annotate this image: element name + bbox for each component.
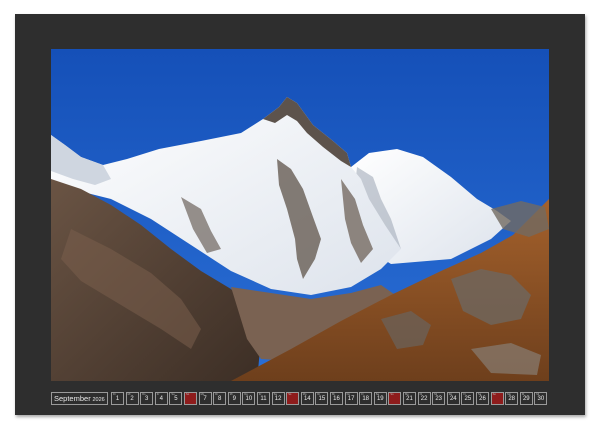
day-number: 1 (115, 396, 120, 402)
day-cell: Sa 19 (373, 392, 387, 405)
day-number: 24 (449, 396, 457, 402)
day-cell: Mo 7 (198, 392, 212, 405)
day-cells: Di 1 Mi 2 Do 3 Fr 4 Sa 5 So 6 Mo 7 Di 8 Mi 9 Do 10 Fr 11 Sa 12 S… (111, 392, 549, 405)
weekday-label: Fr (156, 393, 160, 396)
day-number: 10 (245, 396, 253, 402)
day-cell: Mo 28 (505, 392, 519, 405)
day-cell: So 13 (286, 392, 300, 405)
day-number: 15 (318, 396, 326, 402)
month-label-box: September 2026 (51, 392, 108, 405)
day-number: 27 (493, 396, 501, 402)
day-number: 14 (303, 396, 311, 402)
day-number: 22 (420, 396, 428, 402)
day-cell: Do 17 (344, 392, 358, 405)
day-cell: Mo 21 (403, 392, 416, 405)
day-number: 6 (188, 396, 193, 402)
day-cell: Mi 9 (227, 392, 241, 405)
year-label: 2026 (92, 397, 105, 403)
day-number: 29 (522, 396, 530, 402)
day-number: 12 (274, 396, 282, 402)
day-cell: Sa 26 (476, 392, 489, 405)
day-number: 2 (130, 396, 134, 402)
day-cell: Di 1 (111, 392, 124, 405)
day-number: 21 (406, 396, 413, 402)
day-cell: Di 22 (417, 392, 431, 405)
day-cell: So 6 (184, 392, 197, 405)
day-number: 13 (289, 396, 297, 402)
day-number: 11 (260, 396, 267, 402)
day-cell: Fr 11 (257, 392, 270, 405)
day-cell: So 27 (490, 392, 504, 405)
day-cell: Di 8 (213, 392, 227, 405)
day-cell: Mo 14 (300, 392, 314, 405)
day-number: 26 (479, 396, 486, 402)
day-number: 17 (347, 396, 355, 402)
day-number: 19 (376, 396, 384, 402)
day-cell: Mi 16 (330, 392, 343, 405)
day-cell: Sa 12 (271, 392, 285, 405)
day-cell: So 20 (388, 392, 402, 405)
day-number: 18 (362, 396, 370, 402)
day-cell: Do 10 (242, 392, 256, 405)
day-cell: Di 15 (315, 392, 329, 405)
day-cell: Mi 23 (432, 392, 446, 405)
day-number: 20 (391, 396, 399, 402)
day-cell: Fr 4 (154, 392, 168, 405)
day-number: 25 (464, 396, 472, 402)
calendar-strip: September 2026 Di 1 Mi 2 Do 3 Fr 4 Sa 5 So 6 Mo 7 Di 8 M… (51, 392, 549, 405)
day-number: 4 (159, 396, 163, 402)
day-number: 8 (218, 396, 222, 402)
day-number: 5 (174, 396, 178, 402)
day-cell: Sa 5 (169, 392, 183, 405)
day-cell: Do 3 (140, 392, 154, 405)
day-number: 30 (537, 396, 545, 402)
month-name: September (54, 394, 91, 403)
day-number: 9 (232, 396, 236, 402)
day-number: 3 (145, 396, 149, 402)
day-number: 16 (333, 396, 340, 402)
day-cell: Fr 18 (359, 392, 373, 405)
mountain-photo (51, 49, 549, 381)
day-cell: Do 24 (446, 392, 460, 405)
day-cell: Mi 2 (125, 392, 139, 405)
day-number: 7 (203, 396, 207, 402)
day-cell: Di 29 (519, 392, 533, 405)
day-cell: Fr 25 (461, 392, 475, 405)
day-number: 28 (508, 396, 516, 402)
day-cell: Mi 30 (534, 392, 548, 405)
day-number: 23 (435, 396, 443, 402)
